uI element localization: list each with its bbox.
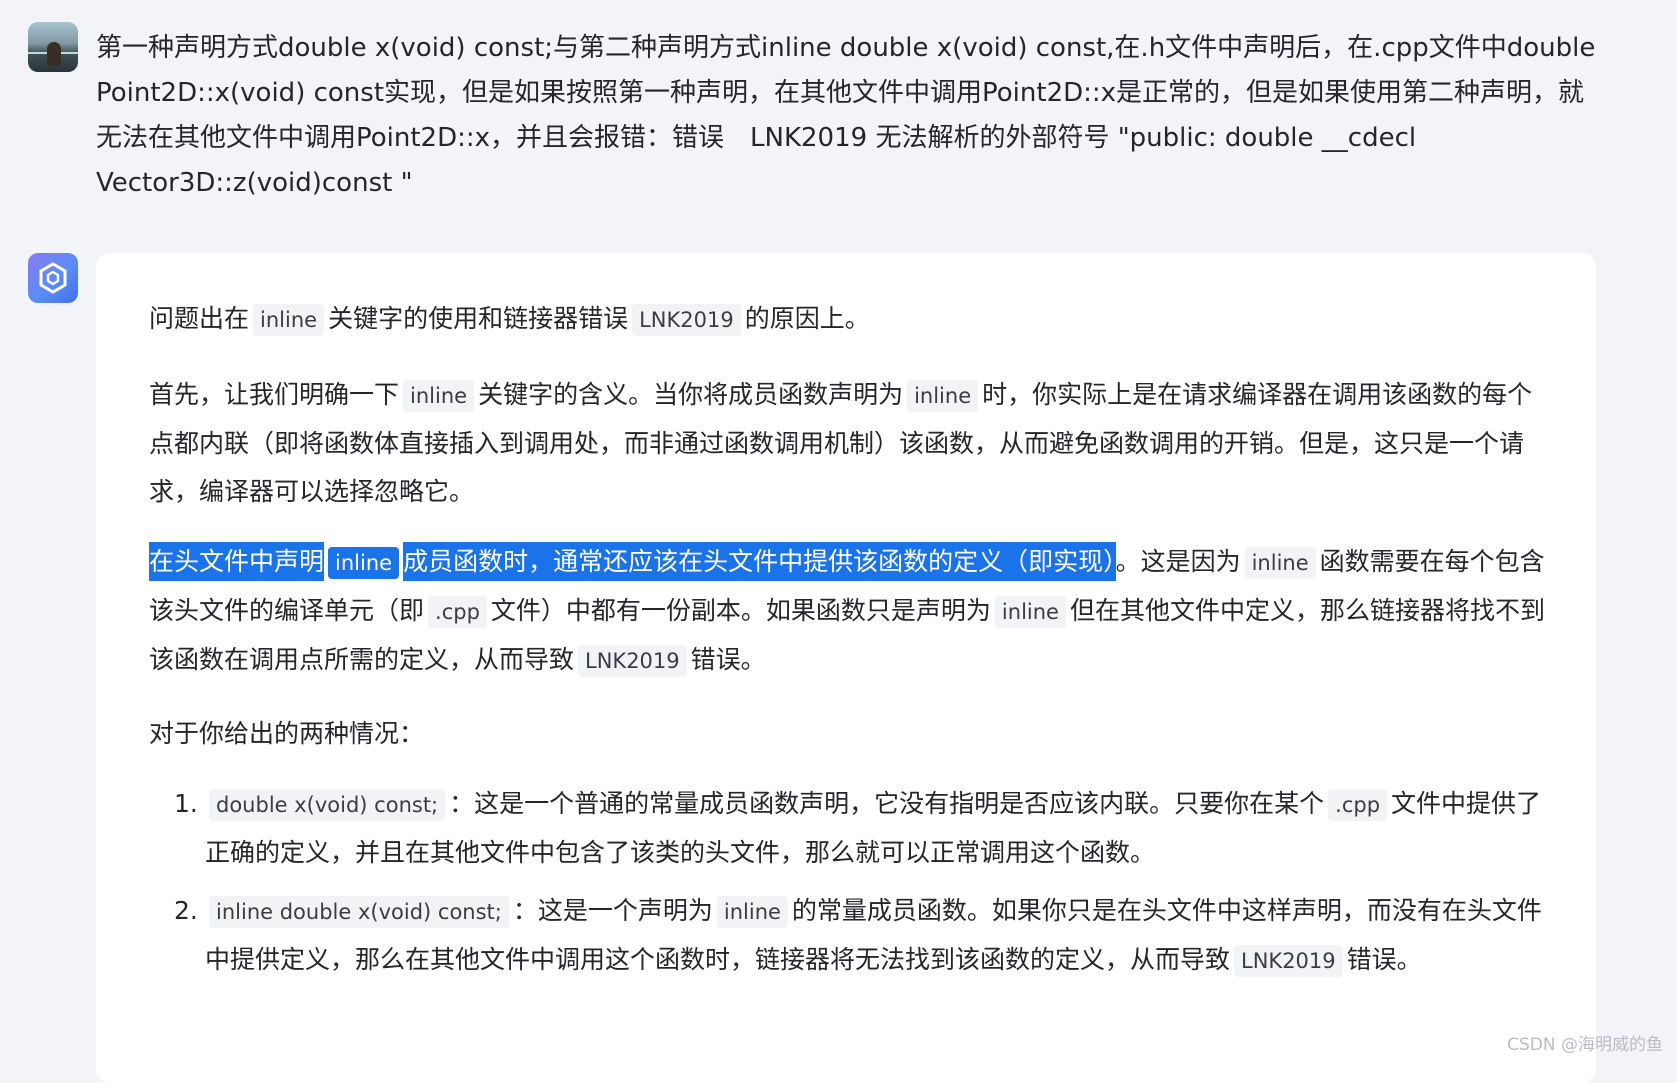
answer-paragraph-1: 问题出在 inline 关键字的使用和链接器错误 LNK2019 的原因上。: [149, 295, 1549, 344]
avatar-photo-figure: [47, 42, 61, 66]
text: ：这是一个声明为: [512, 896, 713, 925]
text: 错误。: [690, 645, 766, 674]
user-avatar: [28, 22, 78, 72]
text: 文件）中都有一份副本。如果函数只是声明为: [490, 596, 991, 625]
inline-code: LNK2019: [632, 304, 741, 336]
text: 关键字的使用和链接器错误: [328, 304, 629, 333]
text: 问题出在: [149, 304, 250, 333]
user-message-text: 第一种声明方式double x(void) const;与第二种声明方式inli…: [96, 33, 1596, 198]
inline-code: double x(void) const;: [209, 789, 446, 821]
answer-paragraph-3: 在头文件中声明 inline 成员函数时，通常还应该在头文件中提供该函数的定义（即实…: [149, 538, 1549, 685]
text: 的原因上。: [744, 304, 870, 333]
answer-paragraph-4: 对于你给出的两种情况：: [149, 719, 425, 748]
text: 。这是因为: [1115, 547, 1241, 576]
inline-code: inline: [716, 896, 788, 928]
text: 错误。: [1346, 945, 1422, 974]
answer-paragraph-2: 首先，让我们明确一下 inline 关键字的含义。当你将成员函数声明为 inline 时…: [149, 371, 1549, 516]
list-item: 1. double x(void) const; ：这是一个普通的常量成员函数声明，…: [149, 780, 1549, 877]
selected-text[interactable]: 在头文件中声明: [149, 542, 325, 581]
inline-code: inline: [1244, 547, 1316, 579]
inline-code: .cpp: [1328, 789, 1388, 821]
text: 首先，让我们明确一下: [149, 380, 400, 409]
inline-code: inline: [907, 380, 979, 412]
inline-code: inline double x(void) const;: [209, 896, 509, 928]
assistant-logo-icon: [28, 253, 78, 303]
inline-code: inline: [994, 596, 1066, 628]
selected-inline-code[interactable]: inline: [328, 547, 400, 579]
inline-code: inline: [403, 380, 475, 412]
selected-text[interactable]: 成员函数时，通常还应该在头文件中提供该函数的定义（即实现）: [403, 542, 1116, 581]
list-number: 1.: [174, 789, 198, 818]
assistant-answer-card: 问题出在 inline 关键字的使用和链接器错误 LNK2019 的原因上。 首先，让我…: [96, 253, 1596, 1083]
inline-code: .cpp: [428, 596, 487, 628]
inline-code: inline: [253, 304, 325, 336]
hexagon-icon: [39, 262, 67, 294]
text: ：这是一个普通的常量成员函数声明，它没有指明是否应该内联。只要你在某个: [449, 789, 1325, 818]
watermark: CSDN @海明威的鱼: [1507, 1035, 1663, 1055]
inline-code: LNK2019: [1234, 945, 1343, 977]
cases-list: 1. double x(void) const; ：这是一个普通的常量成员函数声明，…: [149, 780, 1549, 985]
list-number: 2.: [174, 896, 198, 925]
text: 关键字的含义。当你将成员函数声明为: [478, 380, 904, 409]
list-item: 2. inline double x(void) const; ：这是一个声明为 in…: [149, 887, 1549, 985]
inline-code: LNK2019: [578, 645, 687, 677]
